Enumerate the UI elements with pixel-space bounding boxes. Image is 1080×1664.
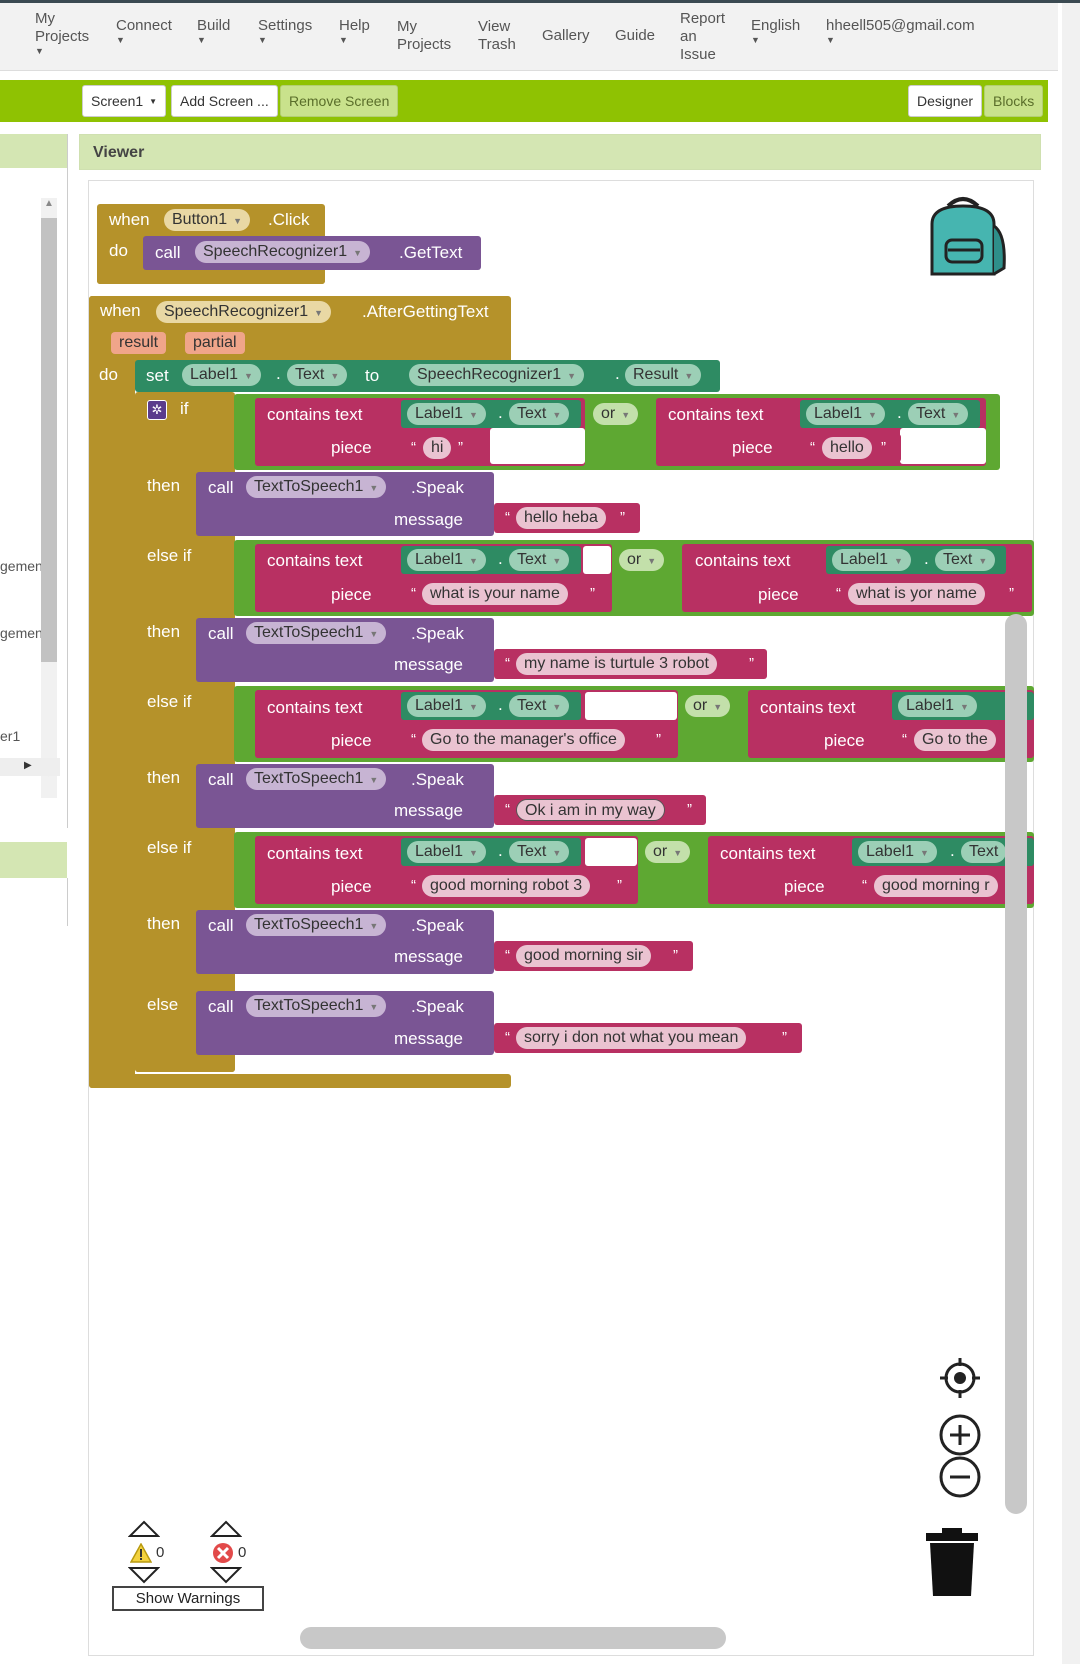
warning-nav-down-icon[interactable] (128, 1566, 160, 1584)
workspace-scrollbar-vertical[interactable] (1005, 614, 1027, 1514)
nav-settings[interactable]: Settings ▼ (258, 17, 312, 45)
chevron-down-icon: ▼ (826, 35, 835, 45)
drawer-scroll-thumb[interactable] (41, 218, 57, 662)
scroll-up-icon[interactable]: ▲ (44, 198, 54, 209)
remove-screen-button[interactable]: Remove Screen (280, 85, 399, 117)
components-panel (0, 878, 68, 926)
chevron-down-icon: ▼ (35, 46, 44, 56)
error-icon (213, 1543, 233, 1563)
drawer-item[interactable]: gemen (0, 558, 43, 574)
zoom-out-icon[interactable] (938, 1455, 982, 1499)
trash-icon[interactable] (924, 1528, 980, 1598)
viewer-title: Viewer (93, 144, 145, 161)
nav-my-projects[interactable]: My Projects (397, 18, 451, 54)
toolbar: Screen1 ▼ Add Screen ... Remove Screen De… (0, 80, 1048, 122)
nav-language[interactable]: English ▼ (751, 17, 800, 45)
workspace-scrollbar-horizontal[interactable] (300, 1627, 726, 1649)
nav-help-label: Help (339, 17, 370, 34)
warning-icon (130, 1543, 152, 1563)
screen-selector-label: Screen1 (91, 93, 144, 109)
error-nav-up-icon[interactable] (210, 1520, 242, 1538)
components-panel-header (0, 842, 67, 878)
nav-user-label: hheell505@gmail.com (826, 17, 975, 34)
recenter-icon[interactable] (940, 1358, 980, 1398)
nav-report-issue[interactable]: Report an Issue (680, 10, 725, 64)
chevron-down-icon: ▼ (116, 35, 125, 45)
nav-build-label: Build (197, 17, 231, 34)
show-warnings-button[interactable]: Show Warnings (112, 1586, 264, 1611)
drawer-item[interactable]: gemen (0, 625, 43, 641)
backpack-icon[interactable] (920, 194, 1006, 282)
nav-settings-label: Settings (258, 17, 313, 34)
nav-my-projects-label: My Projects (35, 10, 90, 45)
screen-selector[interactable]: Screen1 ▼ (82, 85, 167, 117)
blocks-drawer-panel: gemen gemen er1 ▲ ▼ ▶ (0, 134, 68, 828)
designer-button[interactable]: Designer (908, 85, 983, 117)
warning-nav-up-icon[interactable] (128, 1520, 160, 1538)
drawer-item[interactable]: er1 (0, 728, 20, 744)
nav-user[interactable]: hheell505@gmail.com ▼ (826, 17, 975, 45)
nav-guide[interactable]: Guide (615, 27, 655, 45)
drawer-scrollbar[interactable]: ▲ ▼ (41, 198, 57, 798)
nav-gallery[interactable]: Gallery (542, 27, 590, 45)
chevron-down-icon: ▼ (339, 35, 348, 45)
nav-connect-label: Connect (116, 17, 172, 34)
warning-count: 0 (156, 1544, 165, 1561)
chevron-down-icon: ▼ (751, 35, 760, 45)
error-nav-down-icon[interactable] (210, 1566, 242, 1584)
nav-connect[interactable]: Connect ▼ (116, 17, 172, 45)
nav-help[interactable]: Help ▼ (339, 17, 370, 45)
scroll-right-icon[interactable]: ▶ (24, 760, 32, 771)
blocks-panel-header (0, 134, 67, 168)
page-scrollbar[interactable] (1062, 3, 1080, 1664)
chevron-down-icon: ▼ (258, 35, 267, 45)
nav-view-trash[interactable]: View Trash (478, 18, 516, 54)
add-screen-button[interactable]: Add Screen ... (171, 85, 278, 117)
nav-language-label: English (751, 17, 801, 34)
zoom-in-icon[interactable] (938, 1413, 982, 1457)
error-count: 0 (238, 1544, 247, 1561)
nav-build[interactable]: Build ▼ (197, 17, 230, 45)
blocks-button[interactable]: Blocks (984, 85, 1044, 117)
top-navigation: My Projects ▼ Connect ▼ Build ▼ Settings ▼ H… (0, 3, 1058, 71)
chevron-down-icon: ▼ (197, 35, 206, 45)
viewer-header: Viewer (79, 134, 1041, 170)
nav-my-projects-menu[interactable]: My Projects ▼ (35, 10, 89, 56)
blocks-workspace[interactable] (88, 180, 1034, 1656)
horizontal-scroll[interactable]: ▶ (0, 758, 60, 776)
chevron-down-icon: ▼ (149, 96, 158, 106)
